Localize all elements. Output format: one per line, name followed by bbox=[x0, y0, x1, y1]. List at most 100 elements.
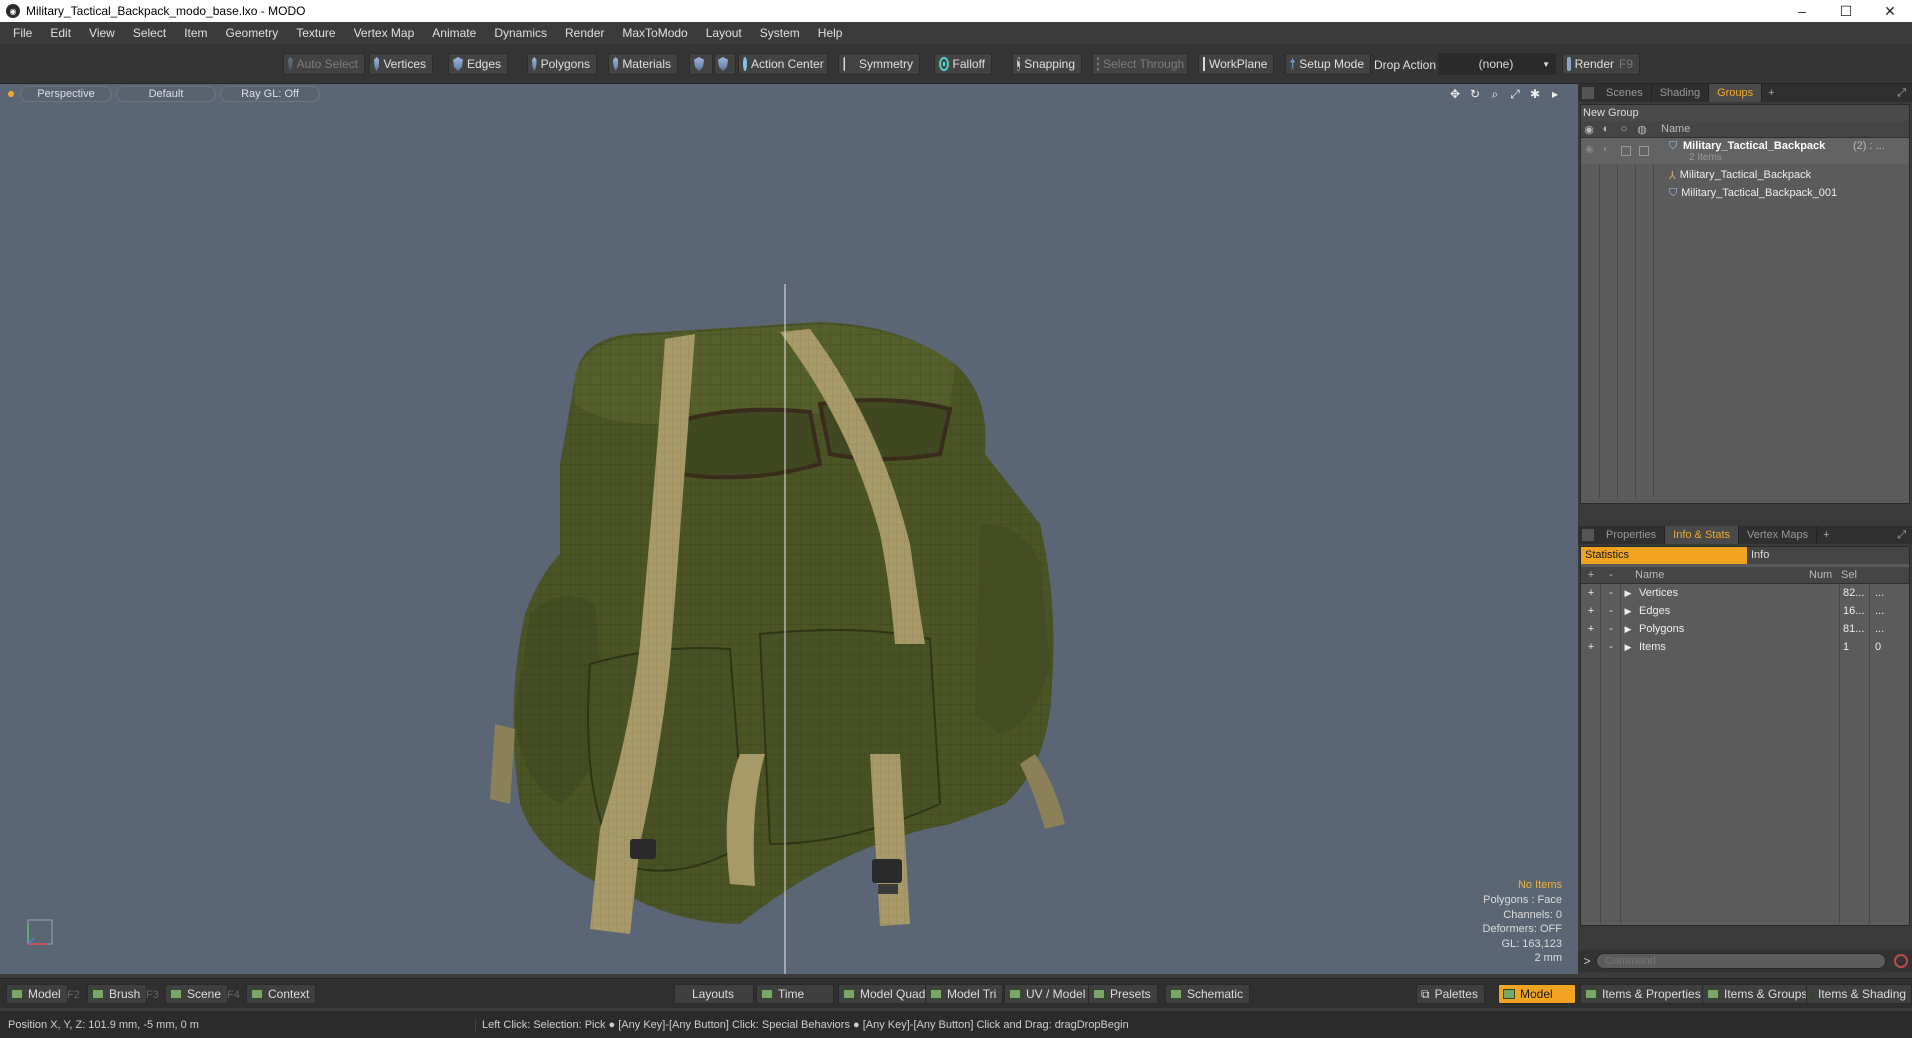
tab-info-stats[interactable]: Info & Stats bbox=[1665, 526, 1740, 544]
menu-help[interactable]: Help bbox=[809, 22, 852, 44]
stats-row-polygons[interactable]: + - ▶ Polygons 81... ... bbox=[1581, 620, 1909, 638]
render-button[interactable]: Render F9 bbox=[1562, 53, 1640, 75]
new-group-button[interactable]: New Group bbox=[1581, 105, 1909, 121]
expand-plus-icon[interactable]: + bbox=[1581, 605, 1601, 617]
snapping-button[interactable]: Snapping bbox=[1012, 53, 1082, 75]
menu-select[interactable]: Select bbox=[124, 22, 175, 44]
shield-tool-button-2[interactable] bbox=[714, 53, 736, 75]
menu-animate[interactable]: Animate bbox=[423, 22, 485, 44]
expand-plus-icon[interactable]: + bbox=[1581, 623, 1601, 635]
panel-menu-icon[interactable] bbox=[1582, 529, 1594, 541]
items-shading-button[interactable]: Items & Shading bbox=[1806, 984, 1912, 1004]
uv-model-button[interactable]: UV / Model bbox=[1004, 984, 1093, 1004]
drop-action-dropdown[interactable]: (none) ▼ bbox=[1438, 53, 1556, 75]
model-quad-button[interactable]: Model Quad bbox=[838, 984, 933, 1004]
tab-vertex-maps[interactable]: Vertex Maps bbox=[1739, 526, 1818, 544]
layouts-button[interactable]: Layouts bbox=[674, 984, 754, 1004]
polygons-button[interactable]: Polygons bbox=[527, 53, 597, 75]
tab-groups[interactable]: Groups bbox=[1709, 84, 1763, 102]
expand-icon[interactable]: ▸ bbox=[1548, 87, 1562, 101]
menu-view[interactable]: View bbox=[80, 22, 124, 44]
group-row[interactable]: ◉ ◐ Military_Tactical_Backpack ⛉ (2) : .… bbox=[1581, 138, 1909, 164]
menu-dynamics[interactable]: Dynamics bbox=[485, 22, 556, 44]
disclosure-triangle-icon[interactable]: ▶ bbox=[1621, 642, 1635, 653]
disclosure-triangle-icon[interactable]: ▶ bbox=[1621, 606, 1635, 617]
add-tab-icon[interactable]: + bbox=[1817, 529, 1835, 541]
group-child-row[interactable]: ⅄ Military_Tactical_Backpack bbox=[1669, 166, 1909, 184]
tab-properties[interactable]: Properties bbox=[1598, 526, 1666, 544]
viewport-menu-icon[interactable] bbox=[8, 91, 14, 97]
pan-icon[interactable]: ✥ bbox=[1448, 87, 1462, 101]
close-button[interactable]: ✕ bbox=[1868, 0, 1912, 22]
menu-vertex-map[interactable]: Vertex Map bbox=[345, 22, 424, 44]
stats-row-vertices[interactable]: + - ▶ Vertices 82... ... bbox=[1581, 584, 1909, 602]
schematic-button[interactable]: Schematic bbox=[1165, 984, 1251, 1004]
symmetry-button[interactable]: Symmetry bbox=[838, 53, 920, 75]
expand-plus-icon[interactable]: + bbox=[1581, 587, 1601, 599]
settings-icon[interactable]: ✱ bbox=[1528, 87, 1542, 101]
model-layout-button-active[interactable]: Model bbox=[1498, 984, 1576, 1004]
raygl-button[interactable]: Ray GL: Off bbox=[220, 86, 320, 102]
scene-tab-button[interactable]: Scene bbox=[165, 984, 229, 1004]
group-child-row[interactable]: ⛉ Military_Tactical_Backpack_001 bbox=[1669, 184, 1909, 202]
add-tab-icon[interactable]: + bbox=[1762, 87, 1780, 99]
menu-item[interactable]: Item bbox=[175, 22, 216, 44]
items-groups-button[interactable]: Items & Groups bbox=[1702, 984, 1815, 1004]
lock-checkbox[interactable] bbox=[1621, 146, 1631, 156]
materials-button[interactable]: Materials bbox=[608, 53, 678, 75]
disclosure-triangle-icon[interactable]: ▶ bbox=[1621, 588, 1635, 599]
palettes-button[interactable]: ⧉ Palettes bbox=[1416, 984, 1485, 1004]
zoom-icon[interactable]: ⌕ bbox=[1488, 87, 1502, 101]
model-tri-button[interactable]: Model Tri bbox=[925, 984, 1004, 1004]
menu-system[interactable]: System bbox=[751, 22, 809, 44]
menu-geometry[interactable]: Geometry bbox=[217, 22, 288, 44]
maximize-button[interactable]: ☐ bbox=[1824, 0, 1868, 22]
shading-default-button[interactable]: Default bbox=[116, 86, 216, 102]
presets-button[interactable]: Presets bbox=[1088, 984, 1158, 1004]
minimize-button[interactable]: – bbox=[1780, 0, 1824, 22]
collapse-minus-icon[interactable]: - bbox=[1601, 587, 1621, 599]
render-visibility-icon[interactable]: ◐ bbox=[1603, 144, 1609, 155]
panel-expand-icon[interactable]: ⤢ bbox=[1897, 87, 1906, 100]
tab-scenes[interactable]: Scenes bbox=[1598, 84, 1652, 102]
panel-expand-icon[interactable]: ⤢ bbox=[1897, 529, 1906, 542]
collapse-minus-icon[interactable]: - bbox=[1601, 641, 1621, 653]
falloff-button[interactable]: Falloff bbox=[934, 53, 992, 75]
context-tab-button[interactable]: Context bbox=[246, 984, 317, 1004]
stats-row-edges[interactable]: + - ▶ Edges 16... ... bbox=[1581, 602, 1909, 620]
panel-menu-icon[interactable] bbox=[1582, 87, 1594, 99]
command-input[interactable] bbox=[1596, 953, 1886, 969]
model-tab-button[interactable]: Model bbox=[6, 984, 68, 1004]
collapse-minus-icon[interactable]: - bbox=[1601, 623, 1621, 635]
menu-file[interactable]: File bbox=[4, 22, 41, 44]
auto-select-button[interactable]: Auto Select bbox=[283, 53, 365, 75]
visibility-eye-icon[interactable]: ◉ bbox=[1585, 144, 1594, 155]
menu-render[interactable]: Render bbox=[556, 22, 613, 44]
disclosure-triangle-icon[interactable]: ▶ bbox=[1621, 624, 1635, 635]
time-button[interactable]: Time bbox=[756, 984, 834, 1004]
subtab-info[interactable]: Info bbox=[1747, 547, 1909, 564]
select-checkbox[interactable] bbox=[1639, 146, 1649, 156]
command-record-icon[interactable] bbox=[1894, 954, 1908, 968]
select-through-button[interactable]: Select Through bbox=[1092, 53, 1188, 75]
3d-viewport[interactable]: Perspective Default Ray GL: Off ✥ ↻ ⌕ ⤢ … bbox=[0, 84, 1578, 974]
menu-maxtomodo[interactable]: MaxToModo bbox=[613, 22, 696, 44]
workplane-button[interactable]: WorkPlane bbox=[1198, 53, 1274, 75]
menu-texture[interactable]: Texture bbox=[287, 22, 344, 44]
action-center-button[interactable]: Action Center bbox=[738, 53, 828, 75]
collapse-minus-icon[interactable]: - bbox=[1601, 605, 1621, 617]
expand-plus-icon[interactable]: + bbox=[1581, 641, 1601, 653]
stats-row-items[interactable]: + - ▶ Items 1 0 bbox=[1581, 638, 1909, 656]
subtab-statistics[interactable]: Statistics bbox=[1581, 547, 1747, 564]
edges-button[interactable]: Edges bbox=[448, 53, 508, 75]
setup-mode-button[interactable]: Setup Mode bbox=[1285, 53, 1371, 75]
brush-tab-button[interactable]: Brush bbox=[87, 984, 148, 1004]
menu-edit[interactable]: Edit bbox=[41, 22, 80, 44]
menu-layout[interactable]: Layout bbox=[697, 22, 751, 44]
vertices-button[interactable]: Vertices bbox=[369, 53, 433, 75]
rotate-icon[interactable]: ↻ bbox=[1468, 87, 1482, 101]
shield-tool-button-1[interactable] bbox=[689, 53, 713, 75]
fit-icon[interactable]: ⤢ bbox=[1508, 87, 1522, 101]
view-perspective-button[interactable]: Perspective bbox=[20, 86, 112, 102]
tab-shading[interactable]: Shading bbox=[1652, 84, 1710, 102]
